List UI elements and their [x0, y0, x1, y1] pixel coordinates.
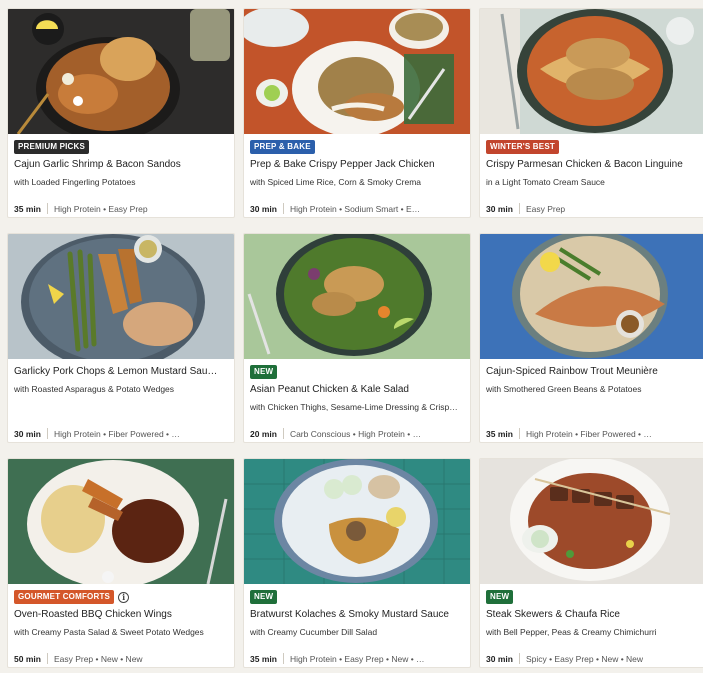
recipe-photo[interactable]	[8, 234, 234, 359]
cook-time: 30 min	[486, 203, 513, 214]
cook-time: 35 min	[486, 428, 513, 439]
recipe-badge: NEW	[250, 590, 278, 604]
divider	[282, 428, 284, 439]
divider	[46, 653, 48, 664]
recipe-subtitle: with Chicken Thighs, Sesame-Lime Dressin…	[250, 402, 458, 412]
divider	[282, 653, 284, 664]
recipe-subtitle: with Smothered Green Beans & Potatoes	[486, 384, 642, 394]
recipe-badge: PREP & BAKE	[250, 140, 315, 154]
recipe-grid: PREMIUM PICKS Cajun Garlic Shrimp & Baco…	[0, 0, 703, 673]
recipe-card[interactable]: PREP & BAKE Prep & Bake Crispy Pepper Ja…	[243, 8, 471, 218]
recipe-meta: 35 min High Protein • Easy Prep	[14, 203, 228, 214]
cook-time: 30 min	[14, 428, 41, 439]
recipe-title[interactable]: Oven-Roasted BBQ Chicken Wings	[14, 608, 228, 621]
recipe-title[interactable]: Steak Skewers & Chaufa Rice	[486, 608, 700, 621]
cook-time: 30 min	[486, 653, 513, 664]
recipe-card[interactable]: GOURMET COMFORTS i Oven-Roasted BBQ Chic…	[7, 458, 235, 668]
recipe-badge: GOURMET COMFORTS	[14, 590, 115, 604]
recipe-card[interactable]: NEW Bratwurst Kolaches & Smoky Mustard S…	[243, 458, 471, 668]
recipe-subtitle: with Creamy Cucumber Dill Salad	[250, 627, 378, 637]
divider	[518, 653, 520, 664]
recipe-tags: Easy Prep • New • New	[53, 653, 143, 664]
recipe-card[interactable]: Garlicky Pork Chops & Lemon Mustard Sau……	[7, 233, 235, 443]
recipe-title[interactable]: Garlicky Pork Chops & Lemon Mustard Sau…	[14, 365, 228, 378]
cook-time: 20 min	[250, 428, 277, 439]
recipe-meta: 20 min Carb Conscious • High Protein • …	[250, 428, 464, 439]
divider	[518, 203, 520, 214]
recipe-meta: 35 min High Protein • Fiber Powered • …	[486, 428, 700, 439]
recipe-tags: High Protein • Easy Prep • New • …	[289, 653, 425, 664]
recipe-title[interactable]: Prep & Bake Crispy Pepper Jack Chicken	[250, 158, 464, 171]
recipe-photo[interactable]	[244, 234, 470, 359]
divider	[518, 428, 520, 439]
recipe-meta: 35 min High Protein • Easy Prep • New • …	[250, 653, 464, 664]
recipe-card[interactable]: NEW Asian Peanut Chicken & Kale Salad wi…	[243, 233, 471, 443]
recipe-photo[interactable]	[8, 9, 234, 134]
cook-time: 50 min	[14, 653, 41, 664]
divider	[282, 203, 284, 214]
recipe-subtitle: with Loaded Fingerling Potatoes	[14, 177, 136, 187]
recipe-subtitle: with Spiced Lime Rice, Corn & Smoky Crem…	[250, 177, 422, 187]
recipe-tags: High Protein • Easy Prep	[53, 203, 148, 214]
cook-time: 35 min	[250, 653, 277, 664]
recipe-card[interactable]: WINTER'S BEST Crispy Parmesan Chicken & …	[479, 8, 703, 218]
recipe-card[interactable]: PREMIUM PICKS Cajun Garlic Shrimp & Baco…	[7, 8, 235, 218]
recipe-tags: Easy Prep	[525, 203, 566, 214]
recipe-title[interactable]: Crispy Parmesan Chicken & Bacon Linguine	[486, 158, 700, 171]
recipe-title[interactable]: Cajun Garlic Shrimp & Bacon Sandos	[14, 158, 228, 171]
recipe-badge: NEW	[486, 590, 514, 604]
recipe-tags: High Protein • Fiber Powered • …	[525, 428, 652, 439]
recipe-meta: 30 min Easy Prep	[486, 203, 700, 214]
recipe-badge: NEW	[250, 365, 278, 379]
recipe-photo[interactable]	[480, 9, 703, 134]
recipe-photo[interactable]	[8, 459, 234, 584]
recipe-tags: Carb Conscious • High Protein • …	[289, 428, 422, 439]
recipe-title[interactable]: Cajun-Spiced Rainbow Trout Meunière	[486, 365, 700, 378]
recipe-meta: 30 min High Protein • Fiber Powered • …	[14, 428, 228, 439]
recipe-subtitle: in a Light Tomato Cream Sauce	[486, 177, 605, 187]
recipe-photo[interactable]	[244, 459, 470, 584]
recipe-subtitle: with Roasted Asparagus & Potato Wedges	[14, 384, 175, 394]
divider	[46, 428, 48, 439]
recipe-subtitle: with Bell Pepper, Peas & Creamy Chimichu…	[486, 627, 657, 637]
recipe-card[interactable]: NEW Steak Skewers & Chaufa Rice with Bel…	[479, 458, 703, 668]
info-icon[interactable]: i	[118, 591, 130, 603]
recipe-tags: Spicy • Easy Prep • New • New	[525, 653, 644, 664]
recipe-tags: High Protein • Sodium Smart • E…	[289, 203, 421, 214]
recipe-photo[interactable]	[244, 9, 470, 134]
recipe-card[interactable]: Cajun-Spiced Rainbow Trout Meunière with…	[479, 233, 703, 443]
recipe-photo[interactable]	[480, 459, 703, 584]
recipe-title[interactable]: Asian Peanut Chicken & Kale Salad	[250, 383, 464, 396]
cook-time: 30 min	[250, 203, 277, 214]
recipe-meta: 30 min Spicy • Easy Prep • New • New	[486, 653, 700, 664]
recipe-subtitle: with Creamy Pasta Salad & Sweet Potato W…	[14, 627, 204, 637]
recipe-photo[interactable]	[480, 234, 703, 359]
recipe-title[interactable]: Bratwurst Kolaches & Smoky Mustard Sauce	[250, 608, 464, 621]
recipe-meta: 30 min High Protein • Sodium Smart • E…	[250, 203, 464, 214]
divider	[46, 203, 48, 214]
cook-time: 35 min	[14, 203, 41, 214]
recipe-tags: High Protein • Fiber Powered • …	[53, 428, 180, 439]
recipe-badge: PREMIUM PICKS	[14, 140, 90, 154]
recipe-badge: WINTER'S BEST	[486, 140, 559, 154]
recipe-meta: 50 min Easy Prep • New • New	[14, 653, 228, 664]
